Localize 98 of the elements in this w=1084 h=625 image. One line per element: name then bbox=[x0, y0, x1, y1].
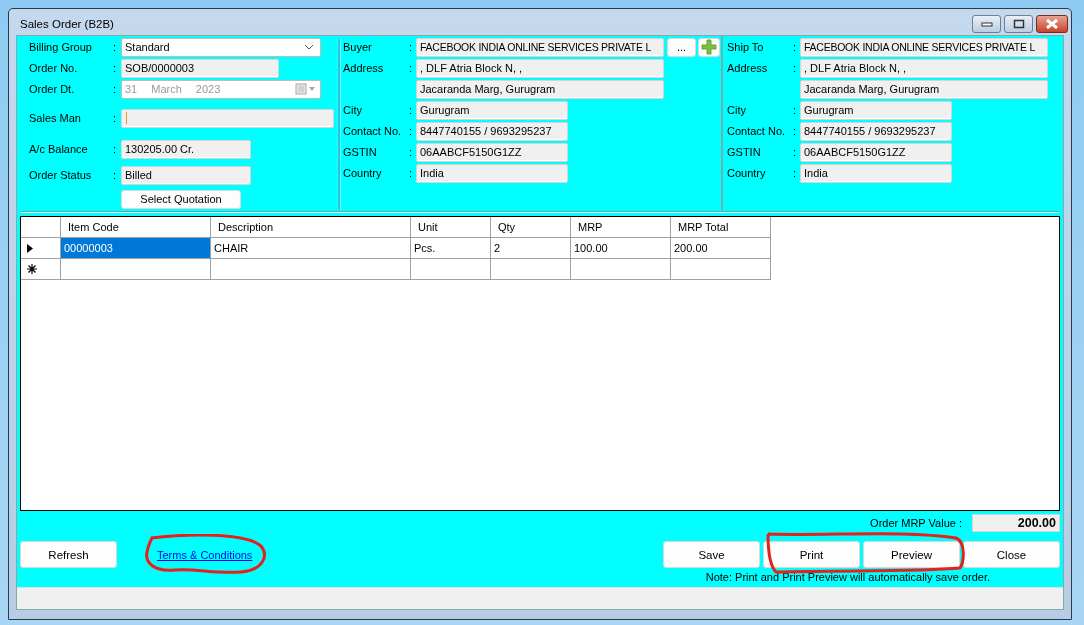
browse-button[interactable]: ... bbox=[667, 37, 696, 57]
note-text: Note: Print and Print Preview will automatically save order. bbox=[705, 571, 990, 583]
text-field[interactable]: 06AABCF5150G1ZZ bbox=[416, 142, 568, 162]
table-cell[interactable]: 200.00 bbox=[671, 238, 771, 259]
total-value: 200.00 bbox=[972, 513, 1060, 532]
column-header[interactable]: Qty bbox=[491, 217, 571, 238]
field-label: Order Dt. bbox=[29, 83, 76, 95]
minimize-button[interactable] bbox=[972, 15, 1001, 33]
colon: : bbox=[409, 41, 414, 53]
table-cell[interactable]: 100.00 bbox=[571, 238, 671, 259]
plus-icon bbox=[701, 39, 717, 55]
text-field[interactable]: FACEBOOK INDIA ONLINE SERVICES PRIVATE L bbox=[416, 37, 664, 57]
table-cell[interactable] bbox=[211, 259, 411, 280]
text-field[interactable]: Jacaranda Marg, Gurugram bbox=[416, 79, 664, 99]
colon: : bbox=[409, 62, 414, 74]
table-cell[interactable] bbox=[491, 259, 571, 280]
text-field[interactable] bbox=[121, 108, 334, 128]
field-label: Contact No. bbox=[343, 125, 403, 137]
colon: : bbox=[409, 167, 414, 179]
table-cell[interactable]: 2 bbox=[491, 238, 571, 259]
field-label: GSTIN bbox=[343, 146, 378, 158]
colon: : bbox=[113, 62, 118, 74]
action-button[interactable]: Close bbox=[963, 541, 1060, 568]
colon: : bbox=[409, 146, 414, 158]
action-button[interactable]: Save bbox=[663, 541, 760, 568]
column-header[interactable]: Unit bbox=[411, 217, 491, 238]
chevron-down-icon bbox=[304, 44, 314, 50]
field-label: Billing Group bbox=[29, 41, 93, 53]
text-field[interactable]: 8447740155 / 9693295237 bbox=[800, 121, 952, 141]
field-label: Ship To bbox=[727, 41, 765, 53]
header-corner bbox=[21, 217, 61, 238]
window-title: Sales Order (B2B) bbox=[20, 18, 114, 30]
text-field[interactable]: SOB/0000003 bbox=[121, 58, 279, 78]
minimize-icon bbox=[980, 21, 993, 27]
table-cell[interactable] bbox=[61, 259, 211, 280]
text-field[interactable]: India bbox=[416, 163, 568, 183]
colon: : bbox=[409, 125, 414, 137]
field-label: Order Status bbox=[29, 169, 93, 181]
column-header[interactable]: MRP Total bbox=[671, 217, 771, 238]
field-label: Sales Man bbox=[29, 112, 82, 124]
field-label: Address bbox=[727, 62, 769, 74]
colon: : bbox=[113, 169, 118, 181]
add-button[interactable] bbox=[698, 37, 720, 57]
field-label: City bbox=[343, 104, 363, 116]
terms-link[interactable]: Terms & Conditions bbox=[157, 549, 253, 561]
current-row-icon bbox=[27, 243, 33, 253]
colon: : bbox=[793, 62, 798, 74]
text-field[interactable]: Billed bbox=[121, 165, 251, 185]
table-cell[interactable]: 00000003 bbox=[61, 238, 211, 259]
total-label: Order MRP Value : bbox=[870, 516, 962, 529]
text-field[interactable]: Gurugram bbox=[416, 100, 568, 120]
dropdown[interactable]: Standard bbox=[121, 37, 321, 57]
colon: : bbox=[793, 104, 798, 116]
field-label: GSTIN bbox=[727, 146, 762, 158]
action-button[interactable]: Print bbox=[763, 541, 860, 568]
text-field[interactable]: , DLF Atria Block N, , bbox=[416, 58, 664, 78]
text-field[interactable]: India bbox=[800, 163, 952, 183]
close-icon bbox=[1045, 19, 1059, 29]
action-button[interactable]: Preview bbox=[863, 541, 960, 568]
table-cell[interactable] bbox=[671, 259, 771, 280]
colon: : bbox=[793, 167, 798, 179]
field-label: Contact No. bbox=[727, 125, 787, 137]
table-cell[interactable]: Pcs. bbox=[411, 238, 491, 259]
table-cell[interactable] bbox=[571, 259, 671, 280]
field-label: Country bbox=[727, 167, 767, 179]
colon: : bbox=[113, 112, 118, 124]
text-field[interactable]: Jacaranda Marg, Gurugram bbox=[800, 79, 1048, 99]
field-label: Country bbox=[343, 167, 383, 179]
colon: : bbox=[113, 143, 118, 155]
field-label: City bbox=[727, 104, 747, 116]
text-field[interactable]: FACEBOOK INDIA ONLINE SERVICES PRIVATE L bbox=[800, 37, 1048, 57]
colon: : bbox=[113, 41, 118, 53]
colon: : bbox=[793, 125, 798, 137]
colon: : bbox=[793, 41, 798, 53]
text-field[interactable]: Gurugram bbox=[800, 100, 952, 120]
close-button[interactable] bbox=[1036, 15, 1068, 33]
colon: : bbox=[793, 146, 798, 158]
field-label: Address bbox=[343, 62, 385, 74]
table-cell[interactable]: CHAIR bbox=[211, 238, 411, 259]
text-field[interactable]: 06AABCF5150G1ZZ bbox=[800, 142, 952, 162]
column-header[interactable]: Description bbox=[211, 217, 411, 238]
field-label: Buyer bbox=[343, 41, 373, 53]
column-header[interactable]: MRP bbox=[571, 217, 671, 238]
row-header[interactable] bbox=[21, 259, 61, 280]
colon: : bbox=[409, 104, 414, 116]
maximize-button[interactable] bbox=[1004, 15, 1033, 33]
refresh-button[interactable]: Refresh bbox=[20, 541, 117, 568]
field-label: Order No. bbox=[29, 62, 79, 74]
text-field[interactable]: 8447740155 / 9693295237 bbox=[416, 121, 568, 141]
maximize-icon bbox=[1012, 19, 1025, 29]
text-field[interactable]: 130205.00 Cr. bbox=[121, 139, 251, 159]
select-quotation-button[interactable]: Select Quotation bbox=[121, 189, 241, 209]
colon: : bbox=[113, 83, 118, 95]
field-label: A/c Balance bbox=[29, 143, 89, 155]
table-cell[interactable] bbox=[411, 259, 491, 280]
text-field[interactable]: , DLF Atria Block N, , bbox=[800, 58, 1048, 78]
text-cursor bbox=[126, 112, 127, 124]
new-row-icon bbox=[27, 264, 37, 274]
